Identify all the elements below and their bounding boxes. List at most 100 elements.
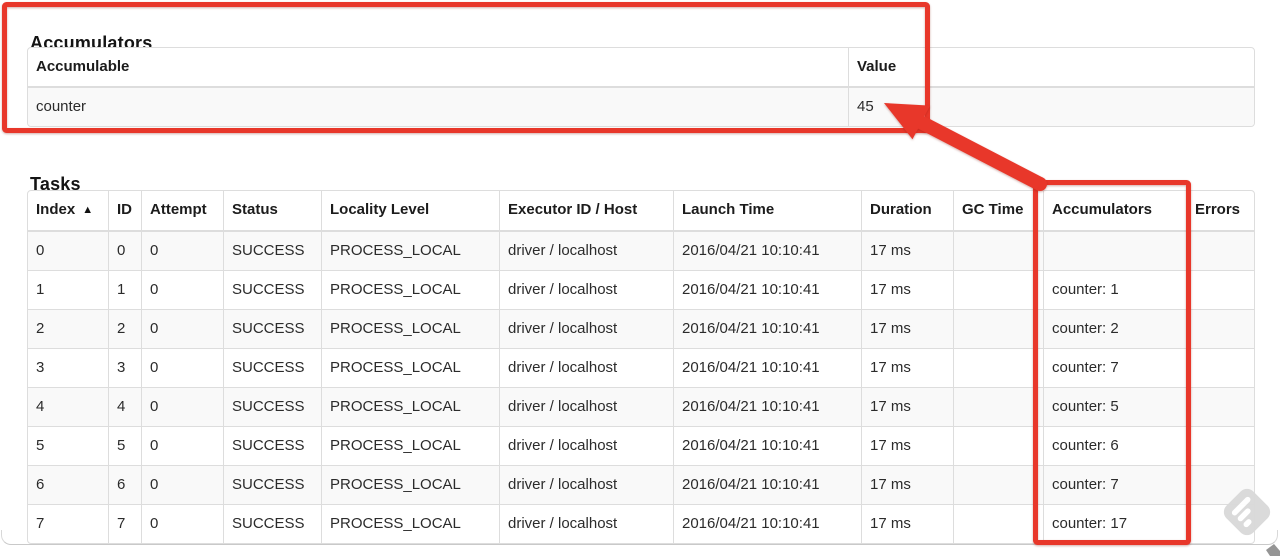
column-label: Attempt <box>150 201 207 218</box>
column-header-gc[interactable]: GC Time <box>953 191 1043 232</box>
cell-accumulators: counter: 1 <box>1043 270 1186 309</box>
column-header-executor[interactable]: Executor ID / Host <box>499 191 673 232</box>
column-header-status[interactable]: Status <box>223 191 321 232</box>
table-row: 5 5 0 SUCCESS PROCESS_LOCAL driver / localhos… <box>28 426 1254 465</box>
cell-index: 0 <box>28 232 108 270</box>
cell-errors <box>1186 504 1254 543</box>
cell-status: SUCCESS <box>223 309 321 348</box>
table-row: 1 1 0 SUCCESS PROCESS_LOCAL driver / localhos… <box>28 270 1254 309</box>
cell-value: 45 <box>848 88 1254 126</box>
cell-id: 1 <box>108 270 141 309</box>
cell-launch: 2016/04/21 10:10:41 <box>673 465 861 504</box>
column-label: Status <box>232 201 278 218</box>
cell-errors <box>1186 309 1254 348</box>
accumulators-header-row: Accumulable Value <box>28 48 1254 88</box>
cell-id: 4 <box>108 387 141 426</box>
cell-executor: driver / localhost <box>499 270 673 309</box>
cell-gc <box>953 465 1043 504</box>
cell-executor: driver / localhost <box>499 309 673 348</box>
table-row: 6 6 0 SUCCESS PROCESS_LOCAL driver / localhos… <box>28 465 1254 504</box>
cell-executor: driver / localhost <box>499 465 673 504</box>
cell-index: 3 <box>28 348 108 387</box>
cell-locality: PROCESS_LOCAL <box>321 387 499 426</box>
cell-gc <box>953 232 1043 270</box>
column-header-attempt[interactable]: Attempt <box>141 191 223 232</box>
cell-index: 7 <box>28 504 108 543</box>
cell-gc <box>953 309 1043 348</box>
column-header-id[interactable]: ID <box>108 191 141 232</box>
cell-launch: 2016/04/21 10:10:41 <box>673 426 861 465</box>
cell-duration: 17 ms <box>861 348 953 387</box>
cell-duration: 17 ms <box>861 309 953 348</box>
column-header-value: Value <box>848 48 1254 88</box>
cell-gc <box>953 426 1043 465</box>
cell-attempt: 0 <box>141 348 223 387</box>
cell-accumulable: counter <box>28 88 848 126</box>
cell-duration: 17 ms <box>861 270 953 309</box>
cell-accumulators: counter: 5 <box>1043 387 1186 426</box>
cell-gc <box>953 387 1043 426</box>
column-label: Locality Level <box>330 201 430 218</box>
cell-index: 2 <box>28 309 108 348</box>
cell-duration: 17 ms <box>861 504 953 543</box>
cell-locality: PROCESS_LOCAL <box>321 504 499 543</box>
cell-id: 3 <box>108 348 141 387</box>
cell-locality: PROCESS_LOCAL <box>321 309 499 348</box>
cell-launch: 2016/04/21 10:10:41 <box>673 387 861 426</box>
table-row: 2 2 0 SUCCESS PROCESS_LOCAL driver / localhos… <box>28 309 1254 348</box>
cell-attempt: 0 <box>141 387 223 426</box>
table-row: 7 7 0 SUCCESS PROCESS_LOCAL driver / localhos… <box>28 504 1254 543</box>
cell-locality: PROCESS_LOCAL <box>321 426 499 465</box>
cell-status: SUCCESS <box>223 348 321 387</box>
column-header-index[interactable]: Index ▲ <box>28 191 108 232</box>
cell-index: 6 <box>28 465 108 504</box>
cell-index: 5 <box>28 426 108 465</box>
table-row: 0 0 0 SUCCESS PROCESS_LOCAL driver / localhos… <box>28 232 1254 270</box>
cell-locality: PROCESS_LOCAL <box>321 270 499 309</box>
cell-id: 0 <box>108 232 141 270</box>
cell-executor: driver / localhost <box>499 504 673 543</box>
cell-id: 5 <box>108 426 141 465</box>
cell-launch: 2016/04/21 10:10:41 <box>673 270 861 309</box>
sort-asc-icon: ▲ <box>82 204 94 216</box>
column-header-accumulable: Accumulable <box>28 48 848 88</box>
cell-locality: PROCESS_LOCAL <box>321 465 499 504</box>
cell-locality: PROCESS_LOCAL <box>321 232 499 270</box>
table-row: counter 45 <box>28 88 1254 126</box>
cell-duration: 17 ms <box>861 387 953 426</box>
column-header-errors[interactable]: Errors <box>1186 191 1254 232</box>
cell-gc <box>953 270 1043 309</box>
cell-accumulators: counter: 7 <box>1043 465 1186 504</box>
column-header-launch[interactable]: Launch Time <box>673 191 861 232</box>
cell-errors <box>1186 232 1254 270</box>
cell-gc <box>953 348 1043 387</box>
cell-launch: 2016/04/21 10:10:41 <box>673 504 861 543</box>
column-header-locality[interactable]: Locality Level <box>321 191 499 232</box>
column-label: Index <box>36 201 76 218</box>
cell-id: 7 <box>108 504 141 543</box>
spark-stage-page: { "accumulators_section": { "title": "Ac… <box>0 0 1280 556</box>
column-header-accumulators[interactable]: Accumulators <box>1043 191 1186 232</box>
column-label: Duration <box>870 201 932 218</box>
cell-executor: driver / localhost <box>499 387 673 426</box>
cell-errors <box>1186 387 1254 426</box>
column-label: Executor ID / Host <box>508 201 638 218</box>
tasks-table: Index ▲ ID Attempt Status Locality Level Execu… <box>27 190 1255 544</box>
cell-locality: PROCESS_LOCAL <box>321 348 499 387</box>
cell-status: SUCCESS <box>223 387 321 426</box>
column-label: Accumulators <box>1052 201 1153 218</box>
cell-index: 4 <box>28 387 108 426</box>
cell-launch: 2016/04/21 10:10:41 <box>673 348 861 387</box>
cell-accumulators: counter: 2 <box>1043 309 1186 348</box>
cell-attempt: 0 <box>141 270 223 309</box>
table-row: 3 3 0 SUCCESS PROCESS_LOCAL driver / localhos… <box>28 348 1254 387</box>
column-label: GC Time <box>962 201 1024 218</box>
cell-index: 1 <box>28 270 108 309</box>
cell-attempt: 0 <box>141 309 223 348</box>
column-label: Accumulable <box>36 58 130 75</box>
cell-errors <box>1186 465 1254 504</box>
column-label: Value <box>857 58 897 75</box>
cell-attempt: 0 <box>141 504 223 543</box>
cell-status: SUCCESS <box>223 270 321 309</box>
column-header-duration[interactable]: Duration <box>861 191 953 232</box>
